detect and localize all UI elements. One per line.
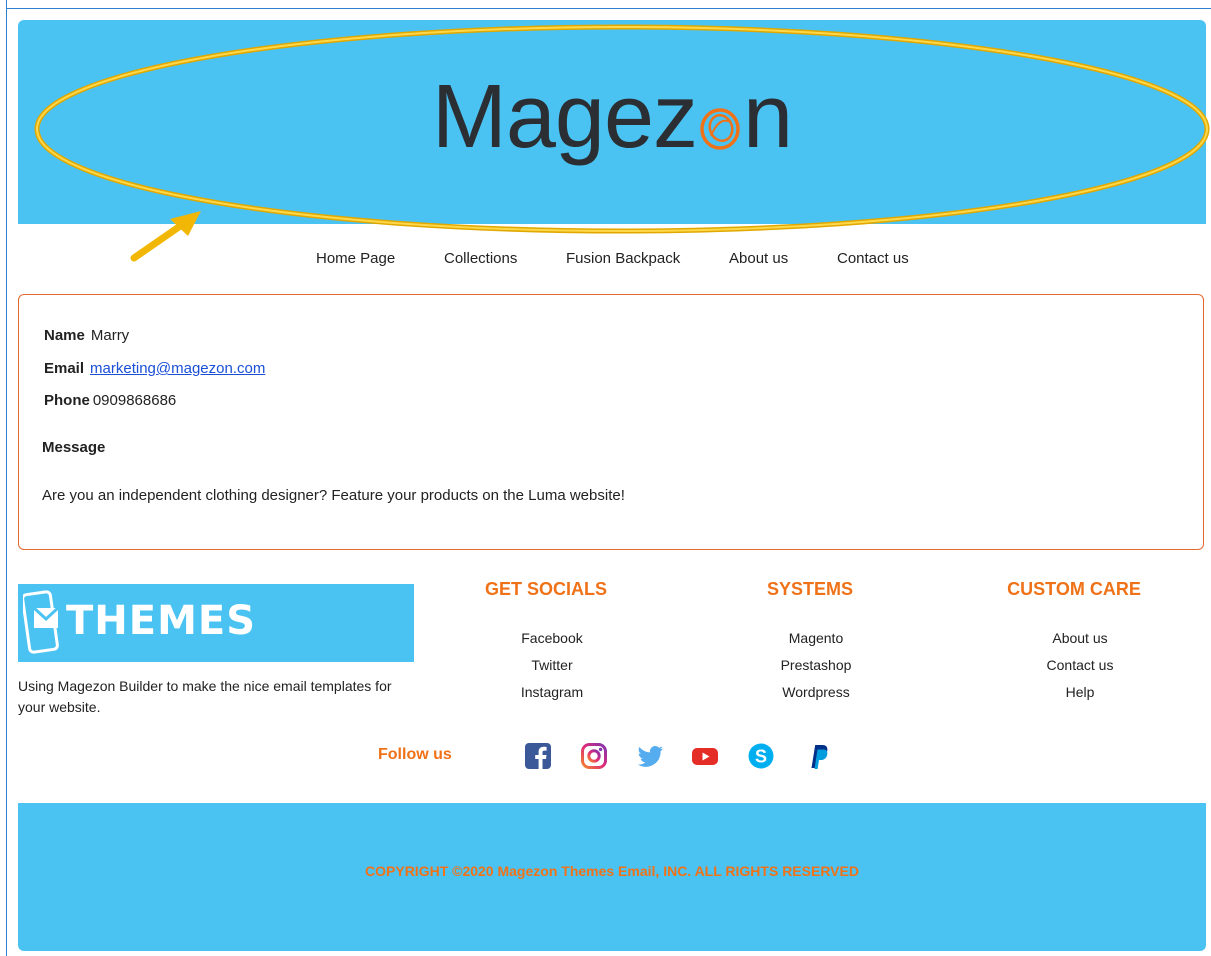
brand-description: Using Magezon Builder to make the nice e…	[18, 678, 392, 715]
main-nav: Home Page Collections Fusion Backpack Ab…	[0, 250, 1211, 270]
nav-item-collections[interactable]: Collections	[444, 250, 517, 267]
email-label: Email	[44, 360, 85, 377]
footer-link-help[interactable]: Help	[980, 684, 1180, 700]
frame-border-left	[6, 0, 7, 956]
footer-link-contact-us[interactable]: Contact us	[980, 657, 1180, 673]
twitter-icon[interactable]	[636, 742, 664, 770]
nav-item-home-page[interactable]: Home Page	[316, 250, 395, 267]
footer-link-prestashop[interactable]: Prestashop	[716, 657, 916, 673]
phone-row: Phone 0909868686	[44, 392, 176, 409]
copyright-text: COPYRIGHT ©2020 Magezon Themes Email, IN…	[365, 863, 859, 879]
footer-link-magento[interactable]: Magento	[716, 630, 916, 646]
youtube-icon[interactable]	[691, 742, 719, 770]
name-row: Name Marry	[44, 327, 129, 344]
footer-link-twitter[interactable]: Twitter	[452, 657, 652, 673]
email-link[interactable]: marketing@magezon.com	[90, 360, 265, 377]
footer-link-about-us[interactable]: About us	[980, 630, 1180, 646]
follow-us-label: Follow us	[378, 746, 452, 763]
magezon-logo[interactable]: Magezo n	[18, 72, 1206, 162]
logo-text-tail: n	[743, 67, 793, 167]
email-row: Email marketing@magezon.com	[44, 360, 265, 377]
systems-title: SYSTEMS	[766, 579, 854, 599]
instagram-icon[interactable]	[580, 742, 608, 770]
nav-item-fusion-backpack[interactable]: Fusion Backpack	[566, 250, 680, 267]
svg-text:S: S	[755, 747, 767, 767]
footer-link-wordpress[interactable]: Wordpress	[716, 684, 916, 700]
custom-care-title: CUSTOM CARE	[1007, 579, 1141, 599]
frame-border-top	[6, 8, 1211, 9]
themes-banner[interactable]: THEMES	[18, 584, 414, 662]
logo-text: Magez	[431, 67, 698, 167]
phone-value: 0909868686	[92, 392, 177, 409]
name-label: Name	[44, 327, 85, 344]
nav-item-about-us[interactable]: About us	[729, 250, 788, 267]
footer-banner: COPYRIGHT ©2020 Magezon Themes Email, IN…	[18, 803, 1206, 951]
message-label: Message	[42, 439, 106, 456]
phone-label: Phone	[44, 392, 90, 409]
footer-link-instagram[interactable]: Instagram	[452, 684, 652, 700]
footer-link-facebook[interactable]: Facebook	[452, 630, 652, 646]
paypal-icon[interactable]	[803, 742, 831, 770]
skype-icon[interactable]: S	[747, 742, 775, 770]
nav-item-contact-us[interactable]: Contact us	[837, 250, 909, 267]
get-socials-title: GET SOCIALS	[484, 579, 607, 599]
header-banner: Magezo n	[18, 20, 1206, 224]
facebook-icon[interactable]	[524, 742, 552, 770]
themes-label: THEMES	[66, 598, 257, 644]
contact-message-card: Name Marry Email marketing@magezon.com Pho…	[18, 294, 1204, 550]
name-value: Marry	[90, 327, 130, 344]
mobile-mail-icon	[23, 590, 60, 654]
message-text: Are you an independent clothing designer…	[42, 487, 625, 504]
logo-swirl-icon: o	[697, 72, 743, 162]
